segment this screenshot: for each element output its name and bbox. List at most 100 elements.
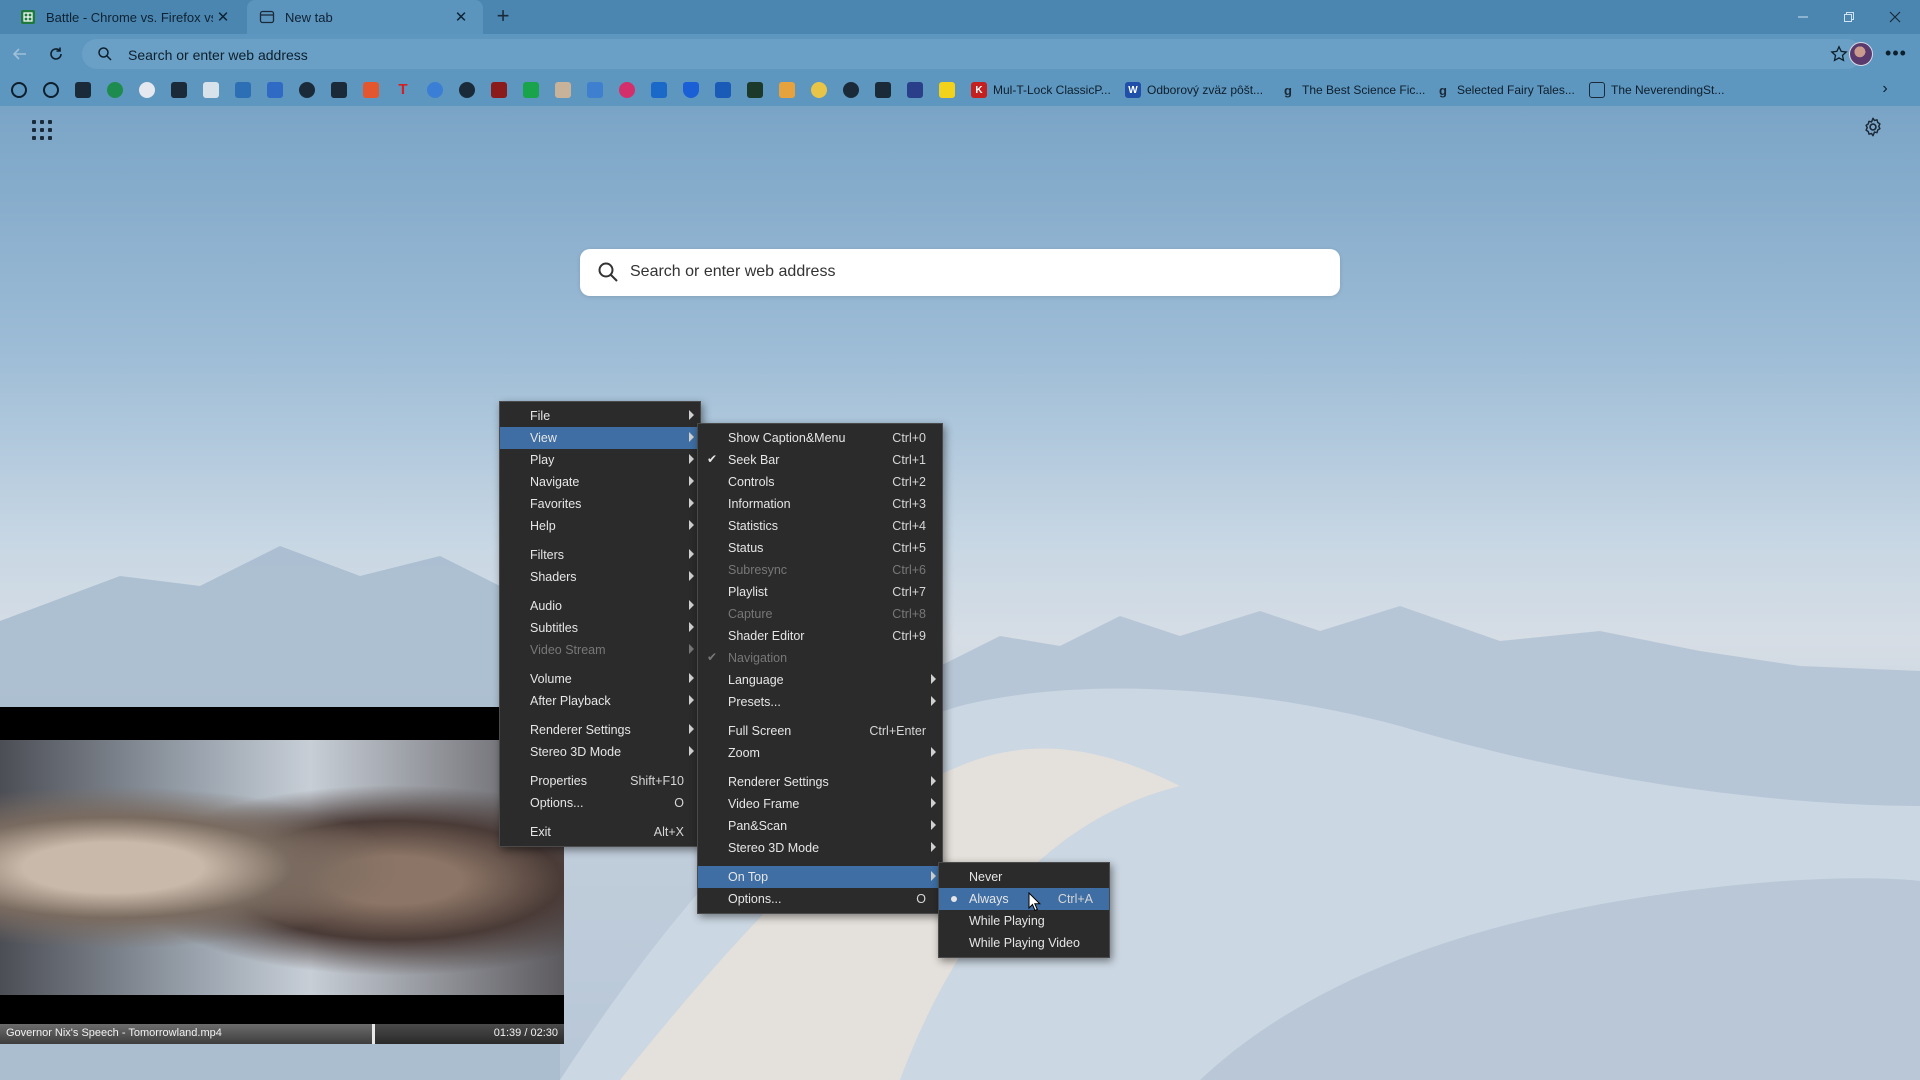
address-bar[interactable]: Search or enter web address [82,39,1862,69]
bookmark-neverending[interactable]: The NeverendingSt... [1589,81,1724,99]
view-menu-item-options[interactable]: Options... O [698,888,942,910]
tab-new-tab[interactable]: New tab ✕ [247,0,483,34]
w-bookmark-icon[interactable] [107,82,123,98]
dark-circle-bookmark-icon[interactable] [459,82,475,98]
main-menu-item-options[interactable]: Options... O [500,792,700,814]
view-menu-item-playlist[interactable]: Playlist Ctrl+7 [698,581,942,603]
green-bookmark-icon[interactable] [523,82,539,98]
red-bookmark-icon[interactable] [491,82,507,98]
photo-bookmark-icon[interactable] [555,82,571,98]
avatar[interactable] [1849,42,1873,66]
ws-bookmark-icon[interactable] [715,82,731,98]
close-tab-icon[interactable]: ✕ [213,7,233,27]
tab-battle[interactable]: Battle - Chrome vs. Firefox vs. E ✕ [8,0,245,34]
history-icon[interactable] [43,82,59,98]
ntp-search-input[interactable]: Search or enter web address [630,263,835,281]
on-top-item-never[interactable]: Never [939,866,1109,888]
pocket-icon[interactable] [171,82,187,98]
main-menu-item-audio[interactable]: Audio [500,595,700,617]
view-menu-item-language[interactable]: Language [698,669,942,691]
view-menu-item-full-screen[interactable]: Full Screen Ctrl+Enter [698,720,942,742]
star-icon[interactable] [1830,45,1848,66]
video-frame[interactable] [0,740,564,995]
back-icon[interactable] [8,42,32,66]
reload-icon[interactable] [44,42,68,66]
github-icon[interactable] [843,82,859,98]
m-bookmark-icon[interactable] [427,82,443,98]
view-menu-item-controls[interactable]: Controls Ctrl+2 [698,471,942,493]
bookmark-fairy-tales[interactable]: g Selected Fairy Tales... [1435,81,1575,99]
view-menu-item-shader-editor[interactable]: Shader Editor Ctrl+9 [698,625,942,647]
view-menu-item-presets[interactable]: Presets... [698,691,942,713]
main-menu-item-volume[interactable]: Volume [500,668,700,690]
main-menu-item-stereo-3d-mode[interactable]: Stereo 3D Mode [500,741,700,763]
vk-icon[interactable] [651,82,667,98]
on-top-item-always[interactable]: Always Ctrl+A [939,888,1109,910]
main-menu-item-subtitles[interactable]: Subtitles [500,617,700,639]
menu-item-shortcut: Ctrl+8 [892,607,926,621]
more-options-icon[interactable]: ••• [1884,42,1908,66]
seek-bar[interactable]: Governor Nix's Speech - Tomorrowland.mp4… [0,1024,564,1044]
pink-bookmark-icon[interactable] [619,82,635,98]
mail-bookmark-icon[interactable] [907,82,923,98]
sheet-bookmark-icon[interactable] [747,82,763,98]
tab-title: Battle - Chrome vs. Firefox vs. E [46,9,213,25]
t-bookmark-icon[interactable]: T [395,82,411,98]
main-menu-item-exit[interactable]: Exit Alt+X [500,821,700,843]
view-menu-item-statistics[interactable]: Statistics Ctrl+4 [698,515,942,537]
main-menu-item-properties[interactable]: Properties Shift+F10 [500,770,700,792]
view-menu-item-information[interactable]: Information Ctrl+3 [698,493,942,515]
globe-icon[interactable] [11,82,27,98]
view-menu-item-pan-scan[interactable]: Pan&Scan [698,815,942,837]
bookmark-mul-t-lock[interactable]: K Mul-T-Lock ClassicP... [971,81,1111,99]
on-top-item-while-playing-video[interactable]: While Playing Video [939,932,1109,954]
view-menu-item-on-top[interactable]: On Top [698,866,942,888]
view-menu-item-renderer-settings[interactable]: Renderer Settings [698,771,942,793]
bookmark-best-science[interactable]: g The Best Science Fic... [1280,81,1425,99]
image-bookmark-icon[interactable] [203,82,219,98]
main-menu-item-favorites[interactable]: Favorites [500,493,700,515]
gear-icon[interactable] [1862,116,1886,140]
view-menu-item-zoom[interactable]: Zoom [698,742,942,764]
view-menu-item-stereo-3d-mode[interactable]: Stereo 3D Mode [698,837,942,859]
main-menu-item-navigate[interactable]: Navigate [500,471,700,493]
location-bookmark-icon[interactable] [299,82,315,98]
new-tab-button[interactable]: + [490,4,516,30]
view-menu-item-seek-bar[interactable]: ✔ Seek Bar Ctrl+1 [698,449,942,471]
apps-grid-icon[interactable] [30,118,54,142]
restore-icon[interactable] [1826,0,1872,34]
seek-thumb[interactable] [372,1024,376,1044]
on-top-item-while-playing[interactable]: While Playing [939,910,1109,932]
book-bookmark-icon[interactable] [779,82,795,98]
ntp-search-box[interactable]: Search or enter web address [580,249,1340,296]
h-bookmark-icon[interactable] [235,82,251,98]
main-menu-item-help[interactable]: Help [500,515,700,537]
bookmark-odborovy[interactable]: W Odborový zväz pôšt... [1125,81,1263,99]
minimize-icon[interactable] [1780,0,1826,34]
pin-bookmark-icon[interactable] [267,82,283,98]
main-menu-item-after-playback[interactable]: After Playback [500,690,700,712]
shield-bookmark-icon[interactable] [683,82,699,98]
chevron-right-icon[interactable]: › [1875,80,1895,100]
library-bookmark-icon[interactable] [875,82,891,98]
new-bookmark-icon[interactable] [139,82,155,98]
camera-bookmark-icon[interactable] [331,82,347,98]
main-menu-item-renderer-settings[interactable]: Renderer Settings [500,719,700,741]
bulb-icon[interactable] [811,82,827,98]
close-tab-icon[interactable]: ✕ [451,7,471,27]
main-menu-item-shaders[interactable]: Shaders [500,566,700,588]
close-window-icon[interactable] [1872,0,1918,34]
main-menu-item-file[interactable]: File [500,405,700,427]
blue-bookmark-icon[interactable] [587,82,603,98]
main-menu-item-view[interactable]: View [500,427,700,449]
view-menu-item-show-caption-menu[interactable]: Show Caption&Menu Ctrl+0 [698,427,942,449]
view-menu-item-status[interactable]: Status Ctrl+5 [698,537,942,559]
view-menu-item-video-frame[interactable]: Video Frame [698,793,942,815]
main-menu-item-play[interactable]: Play [500,449,700,471]
video-player[interactable]: Governor Nix's Speech - Tomorrowland.mp4… [0,707,564,1044]
address-input[interactable]: Search or enter web address [128,47,308,63]
main-menu-item-filters[interactable]: Filters [500,544,700,566]
chart-bookmark-icon[interactable] [75,82,91,98]
yellow-bookmark-icon[interactable] [939,82,955,98]
orange-bookmark-icon[interactable] [363,82,379,98]
